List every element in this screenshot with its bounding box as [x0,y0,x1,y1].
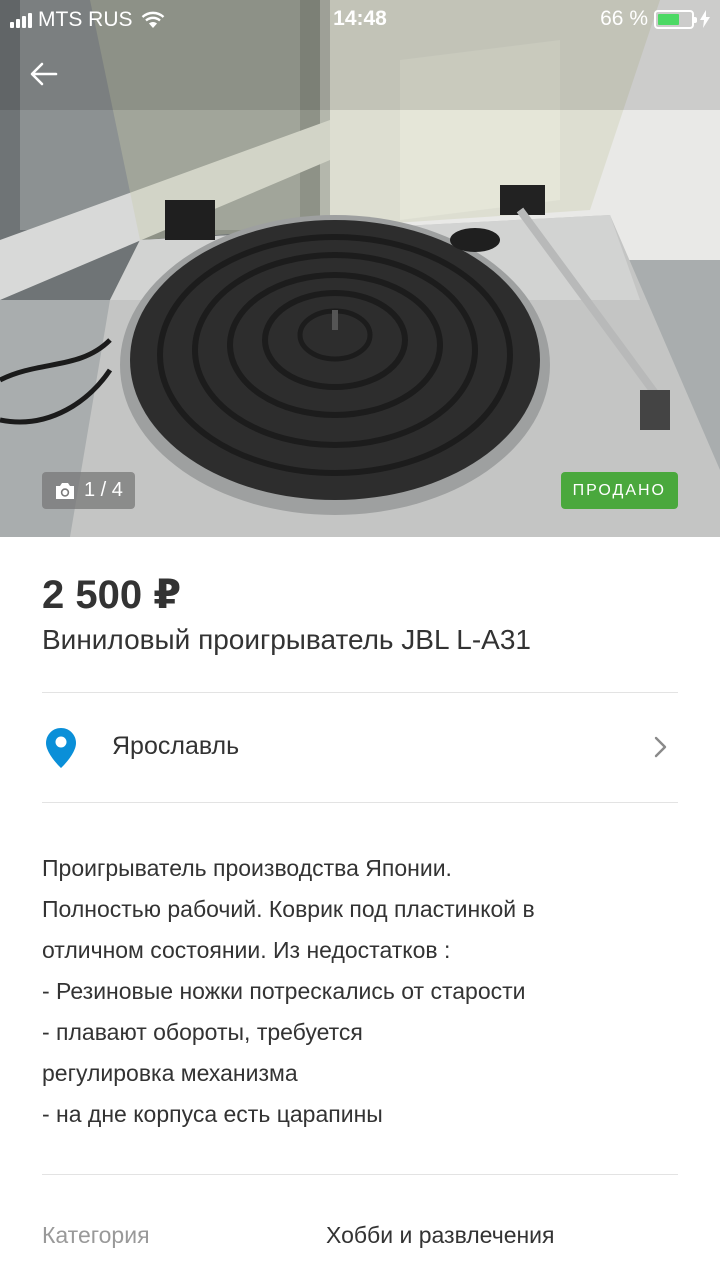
description-line: регулировка механизма [42,1060,298,1086]
description-line: - Резиновые ножки потрескались от старос… [42,978,526,1004]
charging-icon [700,10,710,28]
listing-description: Проигрыватель производства Японии. Полно… [42,848,678,1135]
back-button[interactable] [22,52,66,96]
status-bar: MTS RUS 14:48 66 % [0,0,720,38]
chevron-right-icon [654,736,667,758]
listing-photo[interactable]: MTS RUS 14:48 66 % 1 / 4 ПРОДАНО [0,0,720,537]
photo-counter-text: 1 / 4 [84,479,123,501]
param-label-category: Категория [42,1222,150,1248]
camera-icon [56,482,74,499]
battery-icon [654,9,697,29]
description-line: Проигрыватель производства Японии. [42,855,452,881]
divider [42,802,678,803]
description-line: - плавают обороты, требуется [42,1019,363,1045]
location-city: Ярославль [112,732,240,760]
photo-counter: 1 / 4 [42,472,135,509]
sold-badge: ПРОДАНО [560,472,678,509]
description-line: - на дне корпуса есть царапины [42,1101,383,1127]
description-line: отличном состоянии. Из недостатков : [42,937,451,963]
divider [42,1174,678,1175]
description-line: Полностью рабочий. Коврик под пластинкой… [42,896,535,922]
location-pin-icon [46,728,76,768]
turntable-photo [0,0,720,537]
listing-title: Виниловый проигрыватель JBL L-A31 [42,624,532,655]
battery-percent: 66 % [600,7,648,30]
divider [42,692,678,693]
listing-price: 2 500 ₽ [42,573,182,617]
location-row[interactable]: Ярославль [42,694,678,802]
param-value-category: Хобби и развлечения [326,1222,555,1248]
arrow-left-icon [30,62,58,86]
